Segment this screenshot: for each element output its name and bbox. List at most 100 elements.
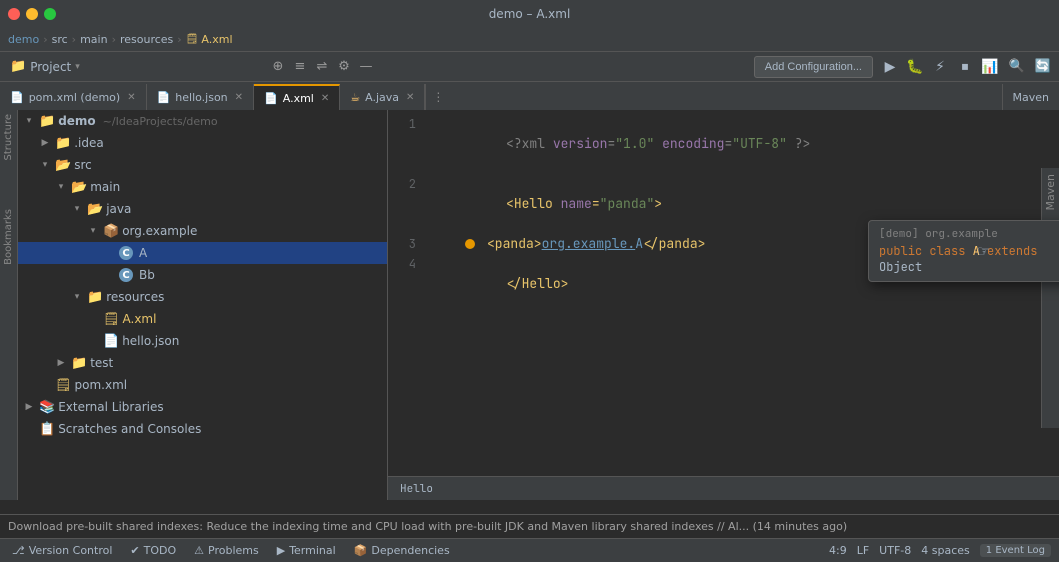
toolbar: 📁 Project ▾ ⊕ ≡ ⇌ ⚙ — Add Configuration.… [0, 52, 1059, 82]
editor-area[interactable]: 1 <?xml version="1.0" encoding="UTF-8" ?… [388, 110, 1059, 500]
tab-axml-close[interactable]: ✕ [321, 93, 329, 104]
run-button[interactable]: ▶ [879, 56, 901, 78]
class-a-label: A [139, 246, 147, 260]
close-button[interactable] [8, 8, 20, 20]
tab-ajava-close[interactable]: ✕ [406, 92, 414, 103]
org-example-link[interactable]: org.example. [542, 234, 636, 254]
problems-label: Problems [208, 544, 259, 557]
tree-item-resources[interactable]: ▾ 📁 resources [18, 286, 387, 308]
line-num-3: 3 [388, 234, 428, 254]
code-line-1: 1 <?xml version="1.0" encoding="UTF-8" ?… [388, 114, 1059, 174]
ext-libs-label: External Libraries [58, 400, 163, 414]
dependencies-button[interactable]: 📦 Dependencies [350, 544, 454, 557]
project-panel-header[interactable]: 📁 Project ▾ [6, 57, 84, 76]
tree-item-main[interactable]: ▾ 📂 main [18, 176, 387, 198]
encoding-label[interactable]: UTF-8 [879, 544, 911, 557]
collapse-icon[interactable]: ≡ [290, 57, 310, 77]
tree-item-axml[interactable]: 🗒 A.xml [18, 308, 387, 330]
maven-panel[interactable]: Maven [1041, 168, 1059, 428]
line-num-4: 4 [388, 254, 428, 274]
editor-status: Hello [388, 476, 1059, 500]
hello-text: Hello [400, 482, 433, 496]
class-bb-label: Bb [139, 268, 155, 282]
pom-tab-icon: 📄 [10, 91, 24, 104]
src-label: src [74, 158, 92, 172]
pomxml-label: pom.xml [75, 378, 128, 392]
java-label: java [106, 202, 131, 216]
debug-button[interactable]: 🐛 [904, 56, 926, 78]
bc-src[interactable]: src [52, 33, 68, 46]
minimize-button[interactable] [26, 8, 38, 20]
message-bar: Download pre-built shared indexes: Reduc… [0, 514, 1059, 538]
tab-ajava[interactable]: ☕ A.java ✕ [340, 84, 425, 110]
structure-panel-label[interactable]: Structure [1, 110, 16, 165]
event-log-badge[interactable]: 1 Event Log [980, 544, 1051, 557]
coverage-button[interactable]: 📊 [979, 56, 1001, 78]
bc-demo[interactable]: demo [8, 33, 39, 46]
search-everywhere-icon[interactable]: 🔍 [1007, 57, 1027, 77]
traffic-lights [8, 8, 56, 20]
status-bar: ⎇ Version Control ✔ TODO ⚠ Problems ▶ Te… [0, 538, 1059, 562]
terminal-button[interactable]: ▶ Terminal [273, 544, 340, 557]
update-icon[interactable]: 🔄 [1033, 57, 1053, 77]
tree-item-scratches[interactable]: 📋 Scratches and Consoles [18, 418, 387, 440]
demo-path: ~/IdeaProjects/demo [103, 115, 218, 128]
class-a-link[interactable]: A [635, 234, 643, 254]
bc-main[interactable]: main [80, 33, 107, 46]
todo-button[interactable]: ✔ TODO [126, 544, 180, 557]
stop-button[interactable]: ⏹ [954, 56, 976, 78]
tree-arrow-demo: ▾ [22, 116, 36, 126]
cursor-position: 4:9 [829, 544, 847, 557]
attach-button[interactable]: ⚡ [929, 56, 951, 78]
tab-bar: 📄 pom.xml (demo) ✕ 📄 hello.json ✕ 📄 A.xm… [0, 82, 1059, 110]
tree-item-src[interactable]: ▾ 📂 src [18, 154, 387, 176]
main-content: Structure Bookmarks ▾ 📁 demo ~/IdeaProje… [0, 110, 1059, 500]
tab-axml-label: A.xml [283, 92, 314, 105]
tree-item-test[interactable]: ▶ 📁 test [18, 352, 387, 374]
status-bar-right: 4:9 LF UTF-8 4 spaces 1 Event Log [829, 544, 1051, 557]
spaces-label[interactable]: 4 spaces [921, 544, 970, 557]
problems-button[interactable]: ⚠ Problems [190, 544, 263, 557]
maximize-button[interactable] [44, 8, 56, 20]
maven-label[interactable]: Maven [1044, 174, 1057, 210]
tab-overflow[interactable]: ⋮ [425, 84, 450, 110]
tree-item-class-bb[interactable]: C Bb [18, 264, 387, 286]
add-configuration-button[interactable]: Add Configuration... [754, 56, 873, 78]
tree-item-pomxml[interactable]: 🗒 pom.xml [18, 374, 387, 396]
bc-file: 🗒 A.xml [186, 33, 233, 46]
event-log-count: 1 [986, 545, 992, 556]
settings-icon[interactable]: ⚙ [334, 57, 354, 77]
tab-hello-close[interactable]: ✕ [235, 92, 243, 103]
bc-filename[interactable]: A.xml [201, 33, 232, 46]
breakpoint-icon[interactable] [465, 239, 475, 249]
tree-item-java[interactable]: ▾ 📂 java [18, 198, 387, 220]
bc-resources[interactable]: resources [120, 33, 173, 46]
tree-item-idea[interactable]: ▶ 📁 .idea [18, 132, 387, 154]
file-tree: ▾ 📁 demo ~/IdeaProjects/demo ▶ 📁 .idea ▾… [18, 110, 388, 500]
demo-label: demo [58, 114, 95, 128]
project-toolbar-icons: ⊕ ≡ ⇌ ⚙ — [268, 57, 376, 77]
tree-item-class-a[interactable]: C A [18, 242, 387, 264]
tree-item-demo[interactable]: ▾ 📁 demo ~/IdeaProjects/demo [18, 110, 387, 132]
tab-pom[interactable]: 📄 pom.xml (demo) ✕ [0, 84, 147, 110]
tree-item-hellojson[interactable]: 📄 hello.json [18, 330, 387, 352]
toolbar-left: 📁 Project ▾ ⊕ ≡ ⇌ ⚙ — [6, 57, 376, 77]
tooltip-module: [demo] org.example [879, 227, 1059, 241]
tab-hello[interactable]: 📄 hello.json ✕ [147, 84, 254, 110]
tab-axml[interactable]: 📄 A.xml ✕ [254, 84, 340, 110]
editor-content: 1 <?xml version="1.0" encoding="UTF-8" ?… [388, 110, 1059, 318]
maven-tab[interactable]: Maven [1002, 84, 1059, 110]
bookmarks-panel-label[interactable]: Bookmarks [1, 205, 16, 269]
title-bar: demo – A.xml [0, 0, 1059, 28]
tab-pom-close[interactable]: ✕ [127, 92, 135, 103]
line-ending: LF [857, 544, 869, 557]
expand-all-icon[interactable]: ⊕ [268, 57, 288, 77]
main-label: main [90, 180, 120, 194]
close-panel-icon[interactable]: — [356, 57, 376, 77]
tree-item-ext-libs[interactable]: ▶ 📚 External Libraries [18, 396, 387, 418]
sync-icon[interactable]: ⇌ [312, 57, 332, 77]
tree-item-orgexample[interactable]: ▾ 📦 org.example [18, 220, 387, 242]
project-chevron-icon[interactable]: ▾ [75, 62, 80, 72]
version-control-button[interactable]: ⎇ Version Control [8, 544, 116, 557]
dependencies-label: Dependencies [371, 544, 449, 557]
